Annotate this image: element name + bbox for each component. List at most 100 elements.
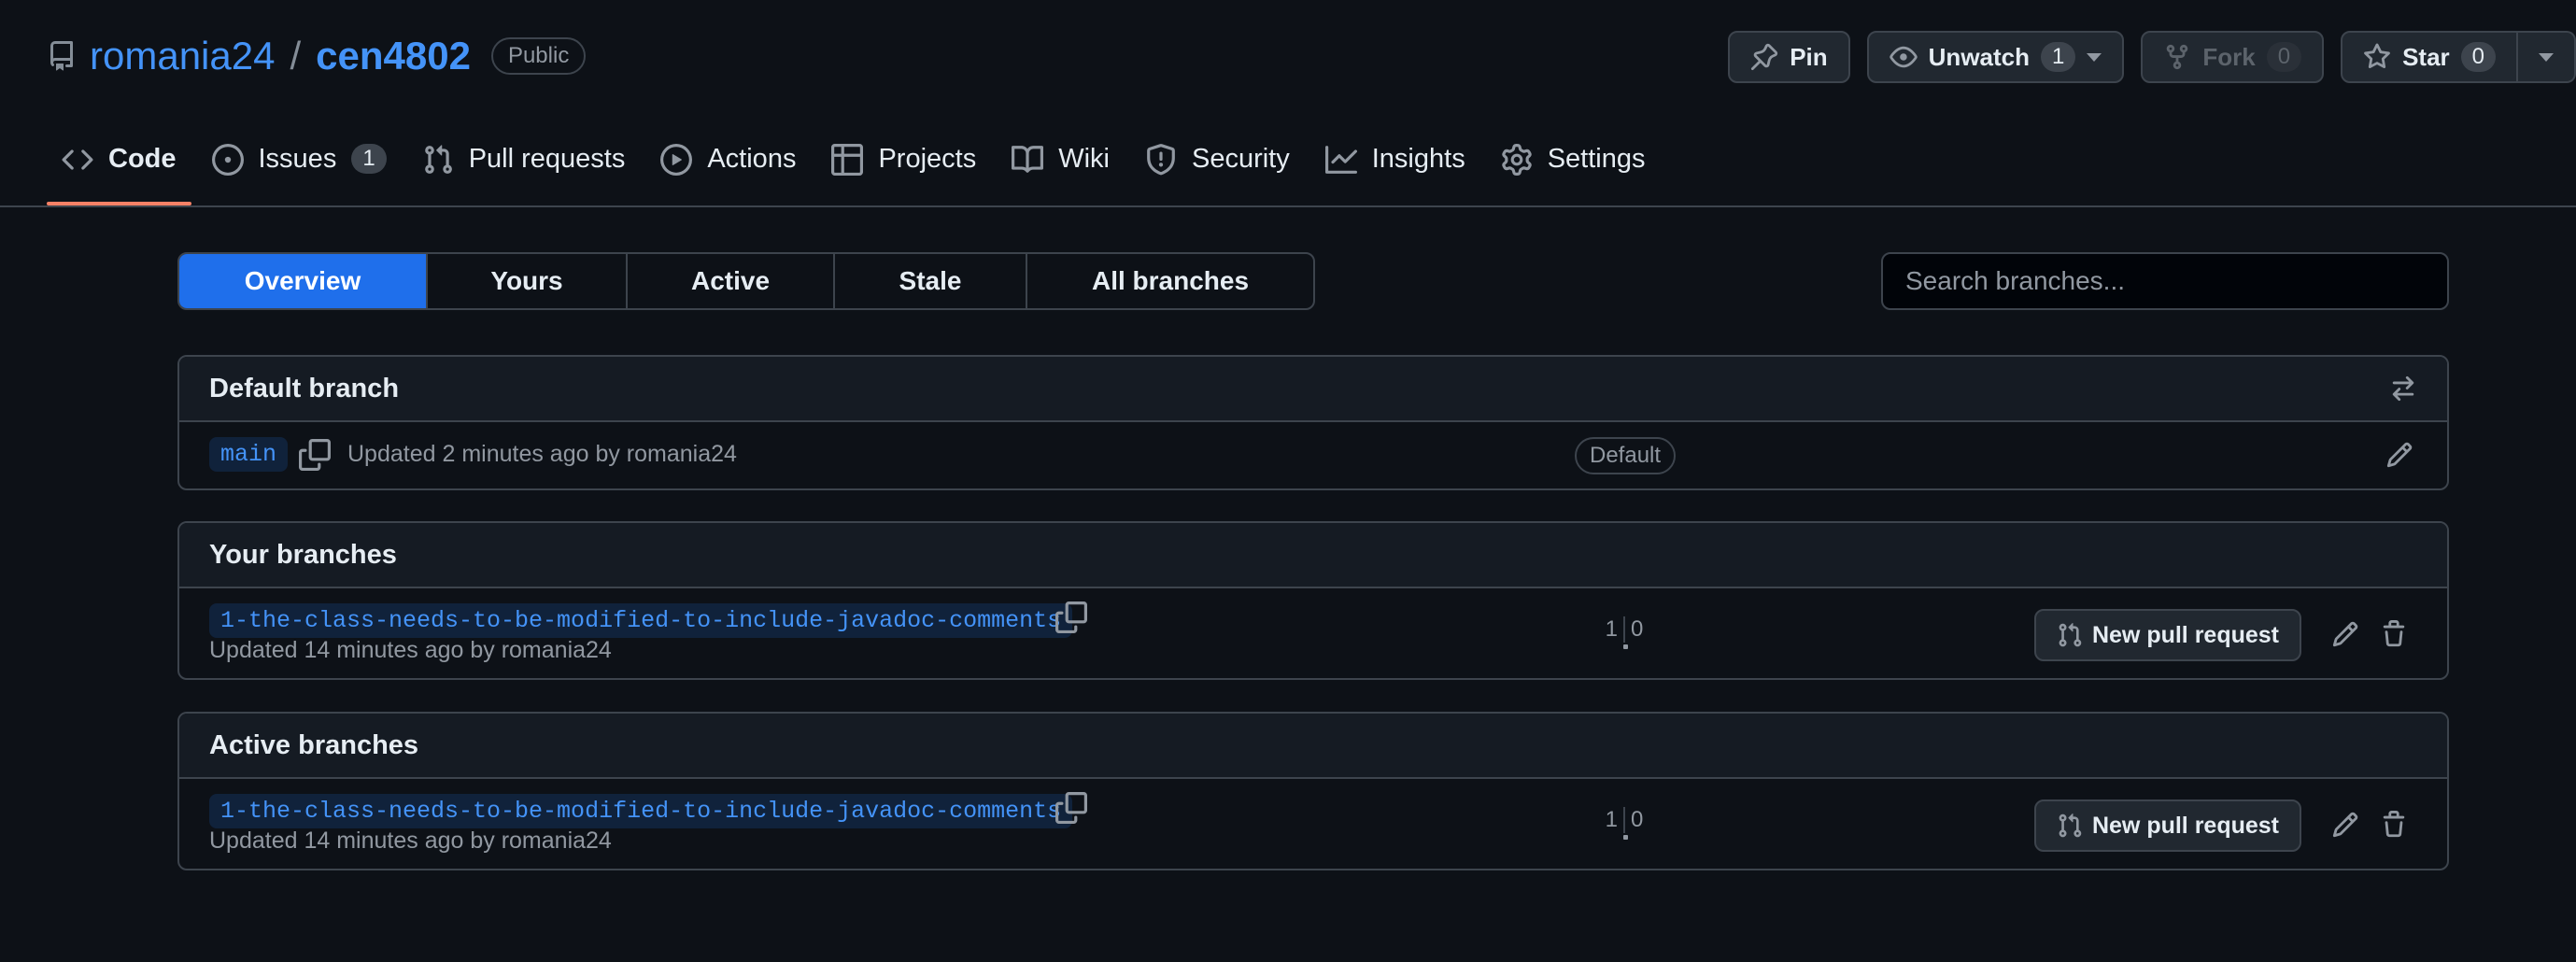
search-branches-input[interactable] [1881,252,2449,310]
default-branch-row: main Updated 2 minutes ago by romania24 … [179,422,2447,488]
tab-stale[interactable]: Stale [835,254,1027,308]
trash-icon [2380,620,2408,648]
star-list-dropdown[interactable] [2518,31,2576,83]
branch-updated-text: Updated 14 minutes ago by romania24 [209,637,612,663]
tab-pull-requests-label: Pull requests [468,144,626,174]
tab-code[interactable]: Code [47,131,191,205]
pull-request-icon [2057,622,2083,648]
fork-button[interactable]: Fork 0 [2141,31,2325,83]
active-branches-header: Active branches [179,714,2447,779]
new-pull-request-button[interactable]: New pull request [2034,799,2301,852]
rename-branch-button[interactable] [2385,441,2413,469]
repo-separator: / [290,34,302,78]
default-branch-header: Default branch [179,357,2447,422]
star-label: Star [2402,42,2450,71]
repo-icon [47,41,77,71]
pull-request-icon [422,144,454,176]
branch-name-link[interactable]: 1-the-class-needs-to-be-modified-to-incl… [209,794,1073,828]
tab-settings[interactable]: Settings [1486,131,1661,205]
ahead-count: 0 [1631,616,1644,642]
repo-owner-link[interactable]: romania24 [90,34,275,78]
behind-bar [1623,835,1628,840]
repo-name-link[interactable]: cen4802 [316,34,471,78]
fork-icon [2163,43,2191,71]
pencil-icon [2331,811,2359,839]
new-pull-request-button[interactable]: New pull request [2034,609,2301,661]
graph-icon [1324,144,1357,176]
table-icon [831,144,864,176]
repo-nav: Code Issues 1 Pull requests Actions Proj… [47,131,1661,205]
tab-wiki[interactable]: Wiki [997,131,1125,205]
tab-issues[interactable]: Issues 1 [197,131,402,205]
tab-yours[interactable]: Yours [428,254,628,308]
tab-security[interactable]: Security [1130,131,1305,205]
repo-actions: Pin Unwatch 1 Fork 0 Star 0 [1728,31,2576,83]
shield-icon [1145,144,1177,176]
default-branch-title: Default branch [209,373,400,403]
tab-insights[interactable]: Insights [1310,131,1480,205]
chevron-down-icon [2087,52,2102,62]
your-branches-header: Your branches [179,523,2447,588]
issues-count: 1 [351,144,387,174]
star-button[interactable]: Star 0 [2341,31,2518,83]
branch-row: 1-the-class-needs-to-be-modified-to-incl… [179,588,2447,678]
tab-settings-label: Settings [1547,144,1646,174]
behind-count: 1 [1599,807,1625,833]
unwatch-label: Unwatch [1928,42,2030,71]
nav-divider [0,205,2576,207]
pencil-icon [2385,441,2413,469]
delete-branch-button[interactable] [2380,811,2408,839]
pin-button[interactable]: Pin [1728,31,1850,83]
issue-icon [211,144,244,176]
active-branches-box: Active branches 1-the-class-needs-to-be-… [177,712,2449,870]
switch-icon [2389,375,2417,403]
fork-count: 0 [2266,42,2302,72]
trash-icon [2380,811,2408,839]
new-pull-request-label: New pull request [2091,812,2280,839]
star-icon [2363,43,2391,71]
branch-name-link[interactable]: 1-the-class-needs-to-be-modified-to-incl… [209,603,1073,638]
delete-branch-button[interactable] [2380,620,2408,648]
tab-active[interactable]: Active [628,254,835,308]
active-branches-title: Active branches [209,729,419,760]
ahead-count: 0 [1631,807,1644,832]
unwatch-button[interactable]: Unwatch 1 [1866,31,2125,83]
tab-overview[interactable]: Overview [179,254,428,308]
tab-security-label: Security [1191,144,1290,174]
branch-updated-text: Updated 2 minutes ago by romania24 [347,441,737,467]
pull-request-icon [2057,813,2083,839]
tab-all-branches[interactable]: All branches [1027,254,1313,308]
tab-projects[interactable]: Projects [816,131,991,205]
branch-updated-text: Updated 14 minutes ago by romania24 [209,828,612,854]
tab-issues-label: Issues [258,144,337,174]
your-branches-title: Your branches [209,539,397,570]
ahead-behind-count: 1 0 [1599,616,1655,649]
rename-branch-button[interactable] [2331,620,2359,648]
rename-branch-button[interactable] [2331,811,2359,839]
visibility-badge: Public [490,37,587,75]
tab-code-label: Code [108,144,177,174]
repo-header: romania24 / cen4802 Public [47,28,587,84]
ahead-behind-count: 1 0 [1599,807,1655,840]
watch-count: 1 [2041,42,2076,72]
behind-count: 1 [1599,616,1625,643]
behind-bar [1623,644,1628,649]
switch-default-branch-button[interactable] [2389,375,2417,403]
play-icon [660,144,693,176]
copy-icon[interactable] [1055,601,1087,633]
default-badge: Default [1575,437,1677,474]
copy-icon[interactable] [1055,792,1087,824]
fork-label: Fork [2202,42,2256,71]
tab-insights-label: Insights [1371,144,1465,174]
chevron-down-icon [2539,52,2554,62]
copy-icon[interactable] [299,439,331,471]
branch-name-link[interactable]: main [209,437,289,472]
tab-wiki-label: Wiki [1058,144,1110,174]
branch-row: 1-the-class-needs-to-be-modified-to-incl… [179,779,2447,869]
book-icon [1012,144,1044,176]
tab-pull-requests[interactable]: Pull requests [407,131,641,205]
default-branch-box: Default branch main Updated 2 minutes ag… [177,355,2449,490]
tab-actions-label: Actions [707,144,797,174]
new-pull-request-label: New pull request [2091,621,2280,648]
tab-actions[interactable]: Actions [645,131,811,205]
